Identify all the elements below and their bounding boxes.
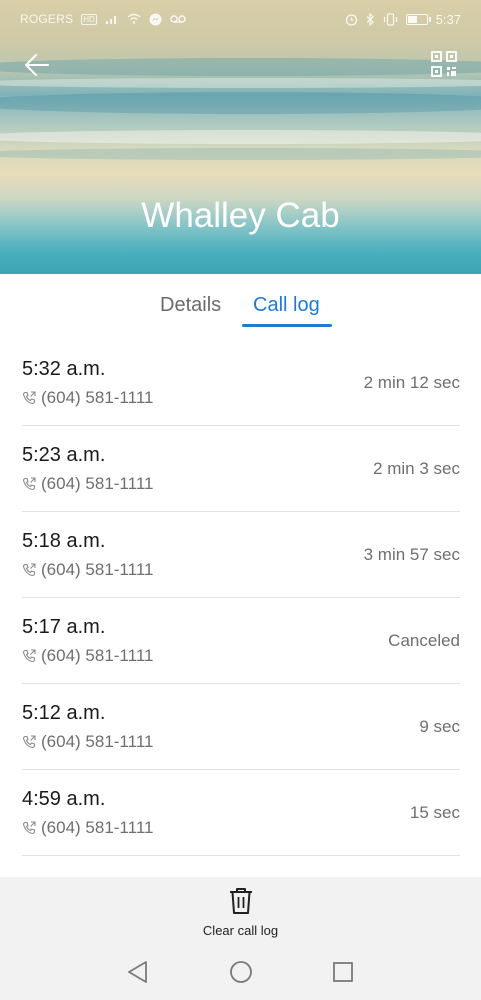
call-number-group: (604) 581-1111 bbox=[22, 474, 153, 494]
outgoing-call-icon bbox=[22, 649, 36, 663]
call-number: (604) 581-1111 bbox=[41, 474, 154, 493]
call-time: 5:18 a.m. bbox=[22, 530, 106, 552]
battery-fill bbox=[407, 15, 418, 23]
call-duration: 2 min 12 sec bbox=[363, 373, 460, 392]
clear-call-log-label: Clear call log bbox=[202, 923, 279, 938]
wifi-icon bbox=[127, 13, 141, 24]
header-wave bbox=[0, 78, 481, 88]
outgoing-call-icon bbox=[22, 821, 36, 835]
qr-code-button[interactable] bbox=[431, 51, 457, 77]
call-log-row[interactable]: 5:23 a.m. (604) 581-1111 2 min 3 sec bbox=[22, 426, 460, 512]
tab-details[interactable]: Details bbox=[160, 294, 221, 317]
back-arrow-icon bbox=[25, 54, 49, 76]
vibrate-icon bbox=[383, 12, 397, 26]
call-duration: 3 min 57 sec bbox=[363, 545, 460, 564]
call-duration: Canceled bbox=[388, 631, 460, 650]
call-log-row[interactable]: 5:32 a.m. (604) 581-1111 2 min 12 sec bbox=[22, 340, 460, 426]
nav-recents-icon bbox=[333, 962, 353, 982]
status-right: 5:37 bbox=[345, 12, 461, 27]
status-bar: ROGERS HD 5:37 bbox=[0, 0, 481, 38]
clock: 5:37 bbox=[435, 11, 461, 27]
call-duration: 2 min 3 sec bbox=[373, 459, 460, 478]
call-log-row[interactable]: 5:17 a.m. (604) 581-1111 Canceled bbox=[22, 598, 460, 684]
outgoing-call-icon bbox=[22, 477, 36, 491]
nav-home-button[interactable] bbox=[226, 957, 256, 987]
status-left: ROGERS HD bbox=[20, 12, 186, 26]
carrier-label: ROGERS bbox=[20, 12, 74, 26]
call-number: (604) 581-1111 bbox=[41, 560, 154, 579]
call-number-group: (604) 581-1111 bbox=[22, 646, 153, 666]
contact-header: ROGERS HD 5:37 Whalley Cab bbox=[0, 0, 481, 274]
battery-icon bbox=[405, 13, 431, 25]
bluetooth-icon bbox=[366, 12, 374, 26]
header-wave bbox=[0, 92, 481, 114]
nav-back-button[interactable] bbox=[124, 957, 154, 987]
tab-call-log[interactable]: Call log bbox=[253, 294, 320, 317]
call-duration: 15 sec bbox=[409, 803, 460, 822]
call-time: 5:12 a.m. bbox=[22, 702, 106, 724]
system-nav-bar bbox=[0, 957, 481, 987]
nav-recents-button[interactable] bbox=[328, 957, 358, 987]
messenger-icon bbox=[149, 13, 162, 25]
header-wave bbox=[0, 130, 481, 144]
outgoing-call-icon bbox=[22, 735, 36, 749]
nav-back-icon bbox=[128, 961, 147, 983]
call-log-row[interactable]: 4:59 a.m. (604) 581-1111 15 sec bbox=[22, 770, 460, 856]
call-log-row[interactable]: 5:12 a.m. (604) 581-1111 9 sec bbox=[22, 684, 460, 770]
call-time: 5:23 a.m. bbox=[22, 444, 106, 466]
contact-tabs: Details Call log bbox=[0, 274, 481, 336]
header-wave bbox=[0, 148, 481, 160]
call-number: (604) 581-1111 bbox=[41, 388, 154, 407]
signal-icon bbox=[105, 16, 116, 24]
header-wave bbox=[0, 58, 481, 76]
hd-badge: HD bbox=[81, 13, 97, 25]
call-log-row[interactable]: 5:18 a.m. (604) 581-1111 3 min 57 sec bbox=[22, 512, 460, 598]
trash-icon bbox=[229, 888, 252, 914]
active-tab-indicator bbox=[242, 324, 332, 327]
voicemail-icon bbox=[170, 15, 186, 23]
call-time: 4:59 a.m. bbox=[22, 788, 106, 810]
outgoing-call-icon bbox=[22, 391, 36, 405]
call-duration: 9 sec bbox=[419, 717, 460, 736]
call-number-group: (604) 581-1111 bbox=[22, 388, 153, 408]
contact-name: Whalley Cab bbox=[141, 196, 340, 235]
alarm-icon bbox=[345, 13, 357, 26]
call-log-list: 5:32 a.m. (604) 581-1111 2 min 12 sec 5:… bbox=[22, 340, 460, 856]
nav-home-icon bbox=[230, 961, 252, 983]
call-time: 5:32 a.m. bbox=[22, 358, 106, 380]
call-number-group: (604) 581-1111 bbox=[22, 818, 153, 838]
qr-code-icon bbox=[431, 51, 457, 77]
call-number-group: (604) 581-1111 bbox=[22, 560, 153, 580]
back-button[interactable] bbox=[22, 50, 52, 80]
call-number-group: (604) 581-1111 bbox=[22, 732, 153, 752]
call-number: (604) 581-1111 bbox=[41, 818, 154, 837]
call-number: (604) 581-1111 bbox=[41, 646, 154, 665]
call-number: (604) 581-1111 bbox=[41, 732, 154, 751]
bottom-action-bar: Clear call log bbox=[0, 877, 481, 1000]
call-time: 5:17 a.m. bbox=[22, 616, 106, 638]
outgoing-call-icon bbox=[22, 563, 36, 577]
clear-call-log-button[interactable]: Clear call log bbox=[0, 887, 481, 938]
